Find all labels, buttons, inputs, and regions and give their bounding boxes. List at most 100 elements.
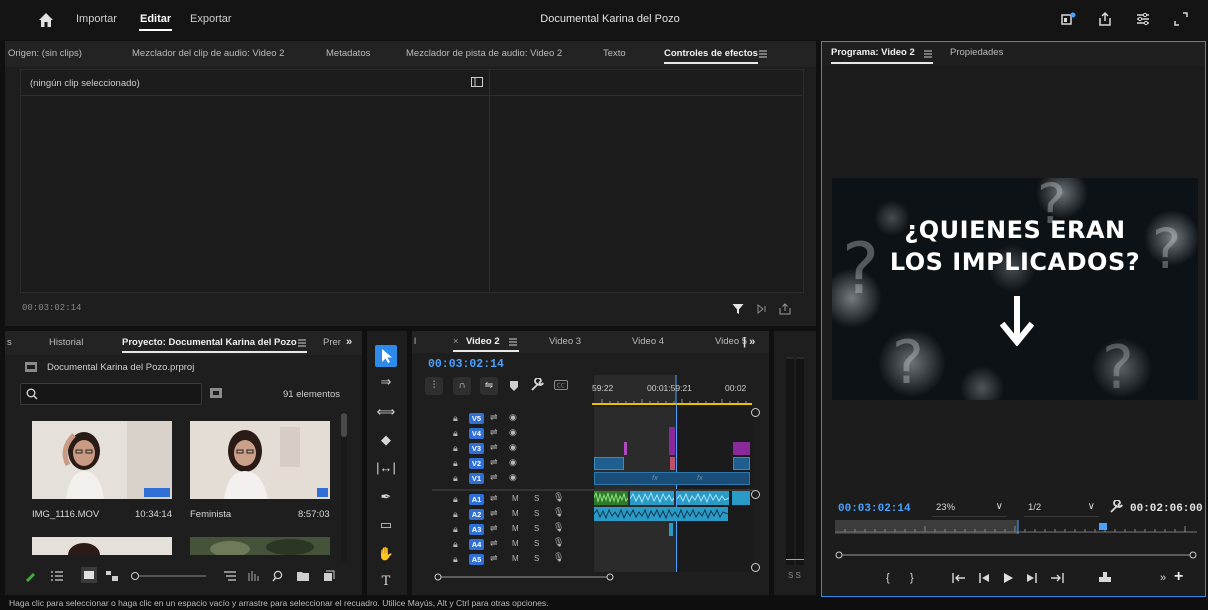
track-target-v1[interactable]: V1 <box>469 473 484 484</box>
timeline-settings-wrench-icon[interactable] <box>530 378 544 392</box>
project-scrollbar[interactable] <box>341 411 347 561</box>
project-item-partial-2[interactable] <box>190 537 330 555</box>
type-tool-icon[interactable]: T <box>375 574 397 589</box>
captions-icon[interactable]: CC <box>554 380 568 390</box>
mute-button[interactable]: M <box>512 539 519 548</box>
solo-button[interactable]: S <box>534 509 539 518</box>
lift-extract-icon[interactable] <box>1098 571 1112 583</box>
audio-tracks-v-scroll-handle[interactable] <box>751 563 760 572</box>
microphone-icon[interactable]: 🎙︎ <box>553 552 564 563</box>
track-target-v5[interactable]: V5 <box>469 413 484 424</box>
track-target-a5[interactable]: A5 <box>469 554 484 565</box>
solo-button[interactable]: S <box>534 539 539 548</box>
project-search-input[interactable] <box>20 383 202 405</box>
lock-icon[interactable]: 🔒︎ <box>453 494 458 505</box>
tab-metadatos[interactable]: Metadatos <box>326 41 370 67</box>
lock-icon[interactable]: 🔒︎ <box>453 524 458 535</box>
icon-view-icon[interactable] <box>81 567 97 583</box>
clip-v3-purple-a[interactable] <box>624 442 627 455</box>
add-marker-icon[interactable] <box>509 380 519 392</box>
clip-a1-blue-c[interactable] <box>732 491 750 505</box>
timeline-ruler[interactable]: 59:22 00:01:59:21 00:02 <box>592 375 754 405</box>
clip-v2-blue-b[interactable] <box>733 457 750 470</box>
slip-tool-icon[interactable]: |↔| <box>375 460 397 475</box>
snap-icon[interactable]: ∩ <box>453 377 471 395</box>
timeline-tab-overflow-icon[interactable]: | » <box>743 331 755 353</box>
sync-lock-icon[interactable]: ⇌ <box>490 508 498 519</box>
new-bin-icon[interactable] <box>297 571 309 581</box>
tab-partial-left[interactable]: l <box>414 331 416 353</box>
lock-icon[interactable]: 🔒︎ <box>453 554 458 565</box>
mute-button[interactable]: M <box>512 524 519 533</box>
mute-button[interactable]: M <box>512 509 519 518</box>
bin-filter-icon[interactable] <box>210 388 222 398</box>
tab-prer[interactable]: Prer <box>323 331 341 355</box>
track-select-tool-icon[interactable]: ⇒ <box>375 374 397 390</box>
share-icon[interactable] <box>1097 11 1113 27</box>
project-item-feminista[interactable] <box>190 421 330 499</box>
clip-v1-blue[interactable] <box>594 472 750 485</box>
tab-video-4[interactable]: Video 4 <box>632 331 664 353</box>
sort-icon[interactable] <box>224 571 236 581</box>
clip-v3-purple-c[interactable] <box>733 442 750 455</box>
microphone-icon[interactable]: 🎙︎ <box>553 507 564 518</box>
eye-icon[interactable]: ◉ <box>509 472 517 483</box>
program-ruler[interactable] <box>835 520 1197 534</box>
hand-tool-icon[interactable]: ✋ <box>375 546 397 562</box>
nest-icon[interactable]: ⫶ <box>425 377 443 395</box>
mark-out-button[interactable]: } <box>910 572 914 584</box>
lock-icon[interactable]: 🔒︎ <box>453 458 458 469</box>
sync-lock-icon[interactable]: ⇌ <box>490 442 498 453</box>
show-timeline-icon[interactable] <box>471 77 483 87</box>
timeline-h-scrollbar[interactable] <box>434 573 756 581</box>
thumbnail-size-slider[interactable] <box>130 571 210 581</box>
lock-icon[interactable]: 🔒︎ <box>453 509 458 520</box>
sync-lock-icon[interactable]: ⇌ <box>490 472 498 483</box>
tab-s-partial[interactable]: s <box>7 331 12 355</box>
menu-exportar[interactable]: Exportar <box>190 13 232 25</box>
lock-icon[interactable]: 🔒︎ <box>453 443 458 454</box>
microphone-icon[interactable]: 🎙︎ <box>553 537 564 548</box>
resolution-select[interactable]: 1/2 ∨ <box>1024 500 1099 517</box>
sync-lock-icon[interactable]: ⇌ <box>490 412 498 423</box>
microphone-icon[interactable]: 🎙︎ <box>553 492 564 503</box>
mark-in-button[interactable]: { <box>886 572 890 584</box>
timeline-timecode[interactable]: 00:03:02:14 <box>428 358 504 371</box>
microphone-icon[interactable]: 🎙︎ <box>553 522 564 533</box>
clip-a2-blue[interactable] <box>594 507 728 521</box>
mute-button[interactable]: M <box>512 554 519 563</box>
go-to-out-icon[interactable] <box>1050 573 1064 583</box>
solo-button[interactable]: S <box>534 524 539 533</box>
automate-sequence-icon[interactable] <box>248 571 260 581</box>
home-icon[interactable] <box>38 12 54 28</box>
tab-overflow-icon[interactable]: » <box>346 336 352 348</box>
pencil-icon[interactable] <box>25 571 37 583</box>
panel-menu-icon[interactable] <box>758 50 768 58</box>
play-icon[interactable] <box>1002 572 1014 584</box>
mute-button[interactable]: M <box>512 494 519 503</box>
tab-programa[interactable]: Programa: Video 2 <box>831 42 915 64</box>
find-icon[interactable] <box>272 570 284 582</box>
project-item-partial-1[interactable] <box>32 537 172 555</box>
track-target-v4[interactable]: V4 <box>469 428 484 439</box>
rectangle-tool-icon[interactable]: ▭ <box>375 517 397 533</box>
freeform-view-icon[interactable] <box>106 571 118 581</box>
workspaces-icon[interactable] <box>1135 11 1151 27</box>
play-only-audio-icon[interactable] <box>757 304 769 314</box>
track-target-v3[interactable]: V3 <box>469 443 484 454</box>
track-target-a1[interactable]: A1 <box>469 494 484 505</box>
zoom-select[interactable]: 23% ∨ <box>932 500 1007 517</box>
ripple-edit-tool-icon[interactable]: ⟺ <box>375 404 397 420</box>
clip-a1-blue-a[interactable] <box>630 491 674 505</box>
razor-tool-icon[interactable]: ◆ <box>375 432 397 448</box>
project-menu-icon[interactable] <box>297 339 307 347</box>
lock-icon[interactable]: 🔒︎ <box>453 428 458 439</box>
list-view-icon[interactable] <box>51 571 63 581</box>
eye-icon[interactable]: ◉ <box>509 427 517 438</box>
clip-a3-small[interactable] <box>669 523 673 536</box>
wrench-icon[interactable] <box>1109 500 1123 514</box>
tab-audio-clip-mixer[interactable]: Mezclador del clip de audio: Video 2 <box>132 41 284 67</box>
eye-icon[interactable]: ◉ <box>509 412 517 423</box>
tab-video-3[interactable]: Video 3 <box>549 331 581 353</box>
track-target-a4[interactable]: A4 <box>469 539 484 550</box>
